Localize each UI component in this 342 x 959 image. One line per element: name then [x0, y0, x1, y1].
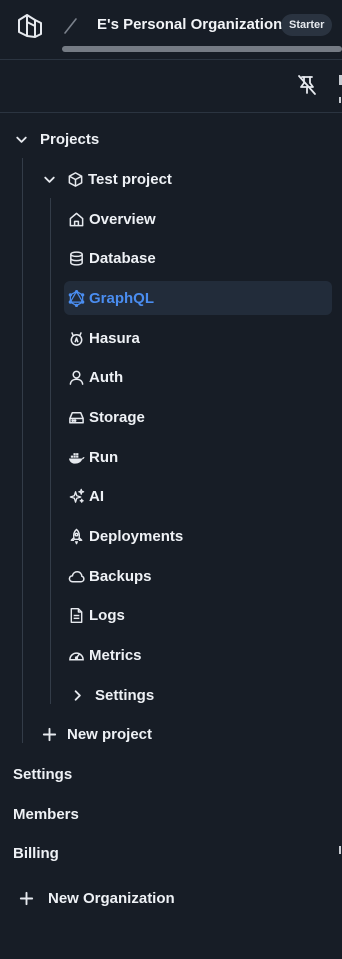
sparkles-icon: [67, 487, 85, 505]
hasura-icon: [67, 329, 85, 347]
rocket-icon: [67, 527, 85, 545]
projects-label: Projects: [40, 130, 100, 148]
plus-icon: [17, 889, 35, 907]
new-organization-label: New Organization: [48, 889, 175, 907]
chevron-right-icon: [68, 686, 86, 704]
plan-badge: Starter: [281, 14, 333, 36]
unpin-icon: [294, 75, 320, 102]
gauge-icon: [67, 646, 85, 664]
plus-icon: [40, 725, 58, 743]
nhost-logo-icon[interactable]: [16, 12, 44, 40]
cloud-icon: [67, 567, 85, 585]
slash-icon: [62, 16, 78, 36]
org-members-link[interactable]: Members: [13, 798, 79, 830]
chevron-down-icon: [12, 130, 30, 148]
nav-item-label: Database: [89, 249, 156, 267]
edge-marker: [339, 97, 341, 103]
nav-item-label: Run: [89, 448, 119, 466]
chevron-down-icon: [40, 170, 58, 188]
nav-item-label: Backups: [89, 567, 152, 585]
org-members-label: Members: [13, 805, 79, 823]
projects-toggle[interactable]: Projects: [12, 123, 99, 155]
nav-item-label: Deployments: [89, 527, 184, 545]
nav-item-metrics[interactable]: Metrics: [64, 639, 332, 671]
nav-item-backups[interactable]: Backups: [64, 560, 332, 592]
nav-item-storage[interactable]: Storage: [64, 401, 332, 433]
org-settings-link[interactable]: Settings: [13, 758, 72, 790]
home-icon: [67, 210, 85, 228]
nav-item-hasura[interactable]: Hasura: [64, 322, 332, 354]
org-settings-label: Settings: [13, 765, 73, 783]
new-project-button[interactable]: New project: [40, 718, 152, 750]
database-icon: [67, 249, 85, 267]
tree-guide-line: [22, 158, 23, 743]
tree-guide-line: [50, 198, 51, 704]
header-divider: [0, 59, 342, 60]
file-text-icon: [67, 606, 85, 624]
top-bar: E's Personal Organization Starter: [0, 0, 342, 58]
nav-item-label: Logs: [89, 606, 125, 624]
nav-item-database[interactable]: Database: [64, 242, 332, 274]
docker-icon: [67, 448, 85, 466]
org-billing-label: Billing: [13, 844, 59, 862]
project-settings-label: Settings: [95, 686, 155, 704]
nav-item-label: Overview: [89, 210, 156, 228]
horizontal-scrollbar[interactable]: [62, 46, 342, 52]
nav-item-deployments[interactable]: Deployments: [64, 520, 332, 552]
new-project-label: New project: [67, 725, 153, 743]
graphql-icon: [67, 289, 85, 307]
project-test-project[interactable]: Test project: [40, 163, 172, 195]
project-settings-toggle[interactable]: Settings: [68, 679, 154, 711]
nav-item-label: GraphQL: [89, 289, 155, 307]
nav-item-ai[interactable]: AI: [64, 480, 332, 512]
nav-item-logs[interactable]: Logs: [64, 599, 332, 631]
nav-item-label: Metrics: [89, 646, 142, 664]
nav-item-overview[interactable]: Overview: [64, 203, 332, 235]
organization-name[interactable]: E's Personal Organization: [97, 16, 282, 33]
nav-item-label: AI: [89, 487, 104, 505]
cube-icon: [66, 170, 84, 188]
nav-item-label: Storage: [89, 408, 145, 426]
nav-item-graphql[interactable]: GraphQL: [64, 281, 332, 315]
nav-item-label: Hasura: [89, 329, 140, 347]
toolbar-divider: [0, 112, 342, 113]
nav-item-auth[interactable]: Auth: [64, 361, 332, 393]
edge-marker: [339, 846, 341, 854]
org-billing-link[interactable]: Billing: [13, 837, 59, 869]
nav-item-label: Auth: [89, 368, 124, 386]
new-organization-button[interactable]: New Organization: [17, 882, 175, 914]
project-name: Test project: [88, 170, 172, 188]
unpin-sidebar-button[interactable]: [294, 72, 320, 98]
user-icon: [67, 368, 85, 386]
hard-drive-icon: [67, 408, 85, 426]
nav-item-run[interactable]: Run: [64, 441, 332, 473]
